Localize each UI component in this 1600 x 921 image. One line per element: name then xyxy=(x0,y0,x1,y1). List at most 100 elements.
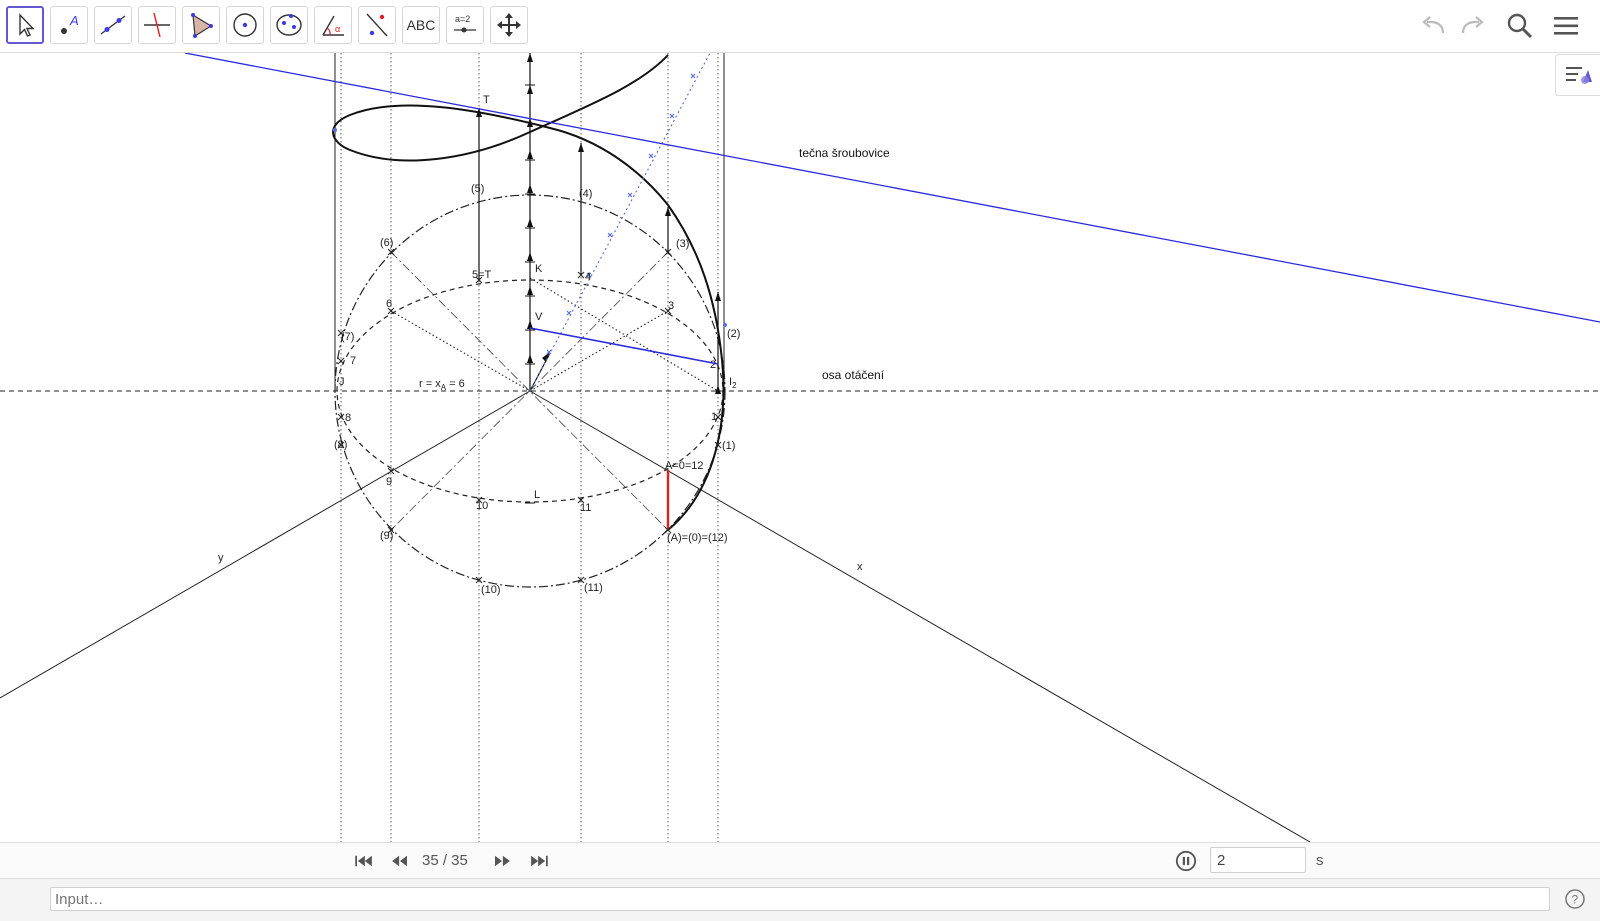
label-8: 8 xyxy=(345,412,351,424)
search-icon xyxy=(1507,13,1533,39)
label-1: 1 xyxy=(711,411,717,423)
toolbar: A α ABC a=2 xyxy=(0,0,1600,53)
last-step-button[interactable] xyxy=(527,850,551,872)
label-3-paren: (3) xyxy=(676,238,689,250)
label-I2: I2 xyxy=(729,376,737,390)
slider-tool-button[interactable]: a=2 xyxy=(446,6,484,44)
label-4: 4 xyxy=(585,271,591,283)
perpendicular-line-tool-button[interactable] xyxy=(138,6,176,44)
tangent-segment xyxy=(529,327,719,365)
previous-step-button[interactable] xyxy=(388,850,412,872)
algebra-input[interactable] xyxy=(50,887,1550,911)
label-9-paren: (9) xyxy=(380,530,393,542)
label-9: 9 xyxy=(386,476,392,488)
label-10: 10 xyxy=(476,500,488,512)
search-button[interactable] xyxy=(1502,8,1538,44)
label-x-axis: x xyxy=(857,561,863,573)
arrow-heads xyxy=(476,53,721,394)
speed-unit-label: s xyxy=(1316,852,1324,869)
ellipse-icon xyxy=(276,14,302,36)
conic-tool-button[interactable] xyxy=(270,6,308,44)
text-tool-label: ABC xyxy=(406,17,436,33)
play-speed-input[interactable] xyxy=(1210,847,1306,873)
height-arrows xyxy=(478,53,719,391)
move-arrows-icon xyxy=(497,13,521,37)
label-5-paren: (5) xyxy=(471,183,484,195)
skip-last-icon xyxy=(531,855,548,867)
cursor-arrow-icon xyxy=(19,13,35,37)
generator-line xyxy=(529,53,711,392)
label-T: T xyxy=(483,94,490,106)
reflect-line-icon xyxy=(366,13,388,37)
helix-tangent-line xyxy=(184,53,1600,323)
construction-drawing[interactable]: T (5) (4) (3) (6) (2) (7) (8) (1) (9) (1… xyxy=(0,53,1600,842)
angle-tool-button[interactable]: α xyxy=(314,6,352,44)
label-J: J xyxy=(339,376,345,388)
slider-icon: a=2 xyxy=(454,14,476,33)
point-2-marker xyxy=(723,323,727,327)
polygon-tool-button[interactable] xyxy=(182,6,220,44)
point-marker xyxy=(333,128,337,132)
fast-forward-icon xyxy=(495,855,510,867)
main-menu-button[interactable] xyxy=(1548,8,1584,44)
label-7-paren: (7) xyxy=(341,331,354,343)
perpendicular-icon xyxy=(144,12,170,38)
undo-icon xyxy=(1422,16,1445,34)
label-L: L xyxy=(534,489,540,501)
line-tool-button[interactable] xyxy=(94,6,132,44)
rewind-icon xyxy=(392,855,407,867)
y-axis-line xyxy=(0,390,531,699)
circle-tool-button[interactable] xyxy=(226,6,264,44)
move-graphics-view-button[interactable] xyxy=(490,6,528,44)
label-8-paren: (8) xyxy=(334,439,347,451)
label-11-paren: (11) xyxy=(584,582,603,594)
text-tool-button[interactable]: ABC xyxy=(402,6,440,44)
svg-text:?: ? xyxy=(1572,893,1579,907)
label-3: 3 xyxy=(668,300,674,312)
dotted-chords xyxy=(390,277,719,392)
angle-icon: α xyxy=(322,15,344,36)
style-bar-toggle-button[interactable] xyxy=(1555,54,1600,96)
skip-first-icon xyxy=(355,855,372,867)
label-tangent: tečna šroubovice xyxy=(799,146,890,160)
label-1-paren: (1) xyxy=(722,440,735,452)
style-bar-icon xyxy=(1566,67,1592,84)
construction-protocol-navigation: 35 / 35 s xyxy=(0,842,1600,879)
label-A: A=0=12 xyxy=(665,460,704,472)
label-5-eq-T: 5=T xyxy=(472,269,492,281)
help-icon: ? xyxy=(1565,889,1585,909)
pause-icon xyxy=(1175,850,1197,872)
step-counter: 35 / 35 xyxy=(422,852,468,869)
move-tool-button[interactable] xyxy=(6,6,44,44)
label-V: V xyxy=(535,311,543,323)
redo-icon xyxy=(1461,16,1484,34)
point-tool-button[interactable]: A xyxy=(50,6,88,44)
label-11: 11 xyxy=(580,502,591,514)
svg-text:α: α xyxy=(335,24,340,34)
label-7: 7 xyxy=(350,355,356,367)
reflect-tool-button[interactable] xyxy=(358,6,396,44)
menu-icon xyxy=(1554,17,1578,35)
next-step-button[interactable] xyxy=(490,850,514,872)
label-2-paren: (2) xyxy=(727,328,740,340)
undo-button[interactable] xyxy=(1416,8,1452,44)
svg-text:a=2: a=2 xyxy=(455,14,470,24)
label-6: 6 xyxy=(386,298,392,310)
label-10-paren: (10) xyxy=(481,584,501,596)
label-radius: r = xA = 6 xyxy=(419,378,465,392)
redo-button[interactable] xyxy=(1454,8,1490,44)
x-axis-line xyxy=(529,390,1311,842)
graphics-view[interactable]: T (5) (4) (3) (6) (2) (7) (8) (1) (9) (1… xyxy=(0,53,1600,842)
first-step-button[interactable] xyxy=(352,850,376,872)
label-A-paren: (A)=(0)=(12) xyxy=(667,532,728,544)
pause-button[interactable] xyxy=(1174,850,1198,872)
label-4-paren: (4) xyxy=(579,188,592,200)
point-icon: A xyxy=(61,13,79,34)
svg-text:A: A xyxy=(69,13,79,28)
line-icon xyxy=(100,15,126,35)
label-K: K xyxy=(535,263,543,275)
generator-points xyxy=(546,73,696,355)
label-6-paren: (6) xyxy=(380,237,393,249)
input-help-button[interactable]: ? xyxy=(1564,888,1586,910)
label-y-axis: y xyxy=(218,552,224,564)
